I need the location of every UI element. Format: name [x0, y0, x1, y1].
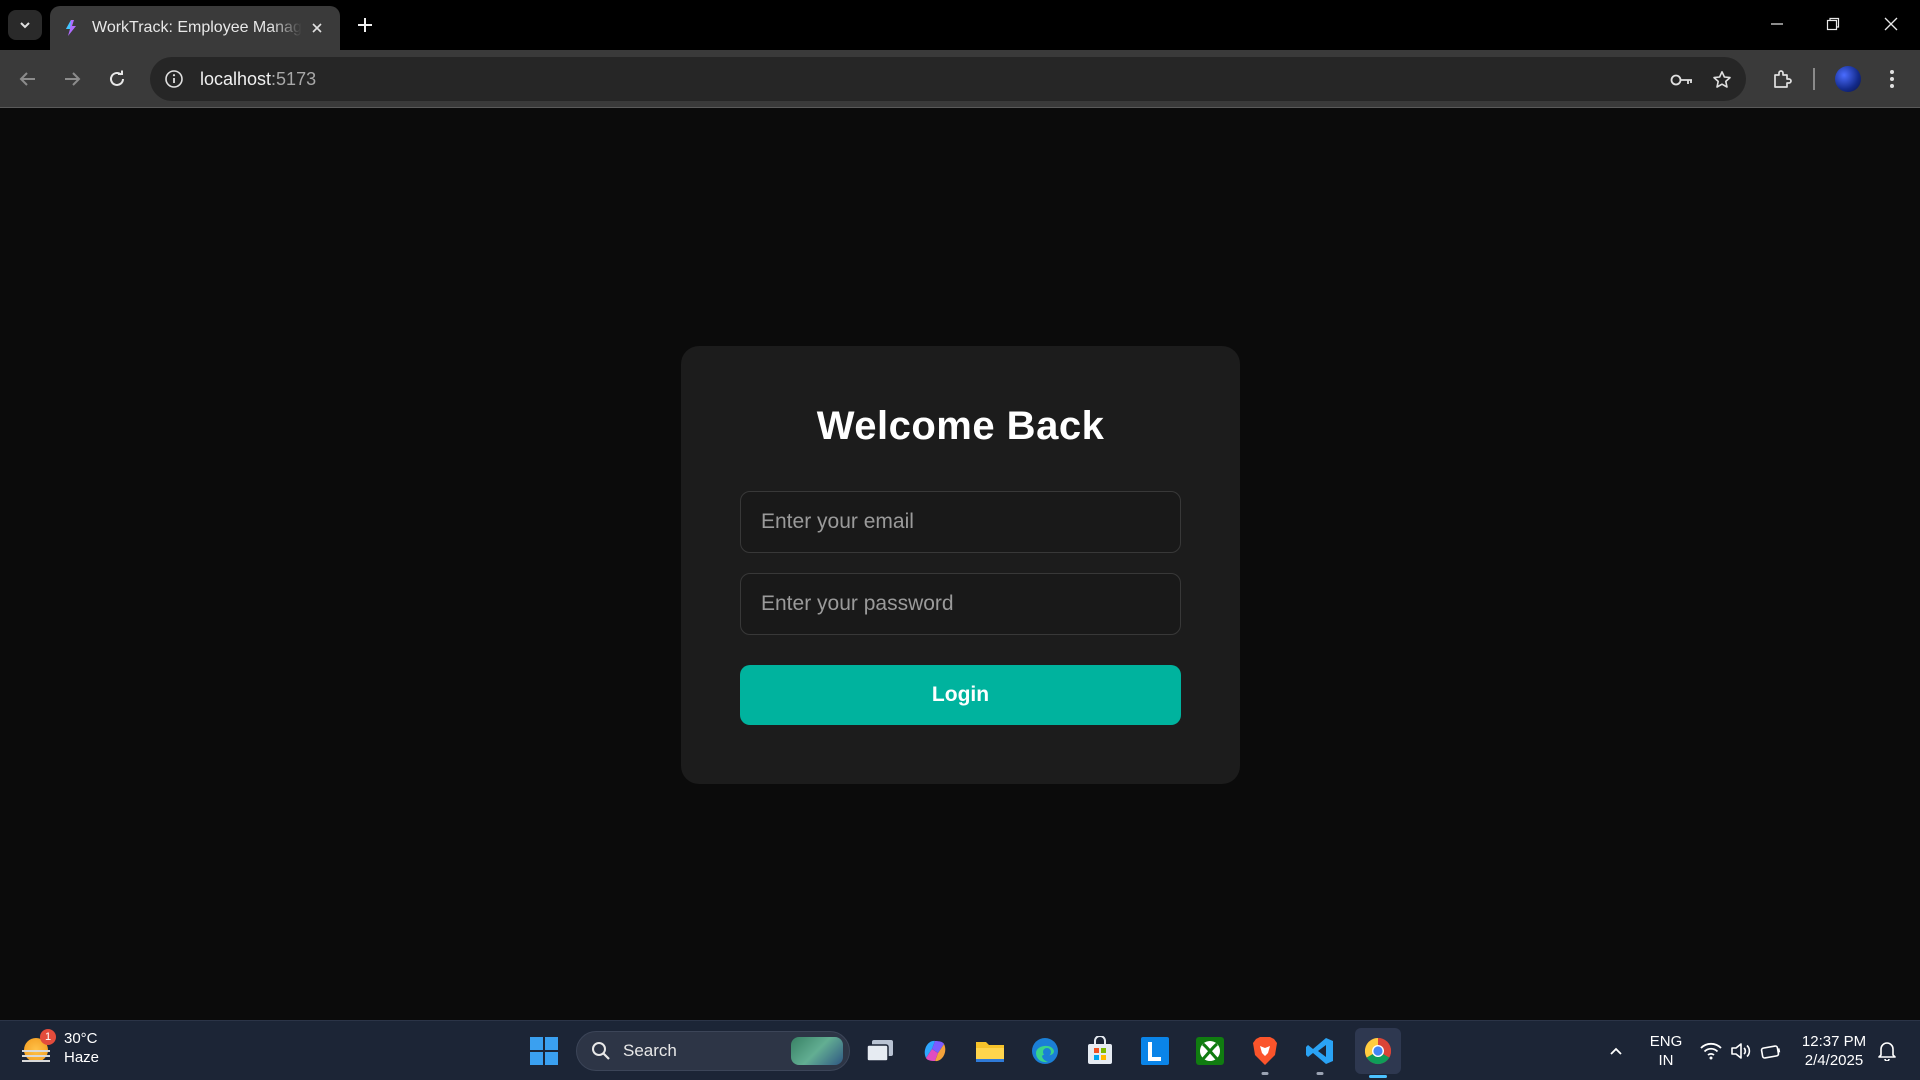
- browser-toolbar: localhost:5173: [0, 50, 1920, 108]
- chrome-button[interactable]: [1355, 1028, 1401, 1078]
- weather-badge: 1: [40, 1029, 56, 1045]
- clock[interactable]: 12:37 PM 2/4/2025: [1796, 1032, 1872, 1070]
- file-explorer-button[interactable]: [970, 1031, 1010, 1071]
- password-field[interactable]: [740, 573, 1181, 635]
- volume-button[interactable]: [1726, 1031, 1756, 1071]
- language-code: ENG: [1649, 1033, 1683, 1050]
- copilot-icon: [924, 1040, 946, 1062]
- close-window-button[interactable]: [1868, 8, 1914, 40]
- weather-widget[interactable]: 1 30°C Haze: [20, 1029, 99, 1067]
- close-icon: [1884, 17, 1898, 31]
- address-bar[interactable]: localhost:5173: [150, 57, 1746, 101]
- tab-close-icon[interactable]: [306, 17, 328, 39]
- vscode-icon: [1306, 1038, 1333, 1064]
- back-button[interactable]: [12, 63, 44, 95]
- bookmark-button[interactable]: [1706, 64, 1738, 96]
- store-icon: [1088, 1036, 1112, 1064]
- worktrack-favicon-icon: [66, 20, 76, 36]
- tab-search-button[interactable]: [8, 10, 42, 40]
- brave-button[interactable]: [1245, 1031, 1285, 1075]
- clock-date: 2/4/2025: [1804, 1052, 1864, 1069]
- search-icon: [592, 1042, 610, 1060]
- bell-icon: [1878, 1042, 1896, 1061]
- arrow-left-icon: [19, 72, 35, 86]
- l-app-icon: [1141, 1037, 1169, 1065]
- browser-tab-bar: WorkTrack: Employee Management: [0, 0, 1920, 50]
- clock-time: 12:37 PM: [1801, 1033, 1867, 1050]
- new-tab-button[interactable]: [352, 12, 378, 38]
- microsoft-store-button[interactable]: [1080, 1031, 1120, 1071]
- windows-start-icon: [530, 1037, 558, 1065]
- weather-condition: Haze: [64, 1049, 100, 1066]
- xbox-button[interactable]: [1190, 1031, 1230, 1071]
- chevron-up-icon: [1610, 1047, 1622, 1055]
- edge-icon: [1032, 1038, 1058, 1064]
- minimize-button[interactable]: [1754, 8, 1800, 40]
- vscode-button[interactable]: [1300, 1031, 1340, 1075]
- key-icon: [1670, 74, 1692, 86]
- url-host: localhost: [200, 68, 272, 89]
- page-content: Welcome Back Login: [0, 109, 1920, 1020]
- minimize-icon: [1771, 23, 1783, 25]
- haze-weather-icon: 1: [20, 1029, 56, 1064]
- plus-icon: [358, 18, 372, 32]
- tray-overflow-button[interactable]: [1598, 1031, 1634, 1071]
- battery-icon: [1760, 1045, 1781, 1059]
- url-port: :5173: [271, 68, 317, 89]
- search-label: Search: [623, 1041, 677, 1060]
- forward-button[interactable]: [56, 63, 88, 95]
- profile-button[interactable]: [1832, 63, 1864, 95]
- language-indicator[interactable]: ENG IN: [1642, 1032, 1690, 1070]
- reload-icon: [110, 70, 124, 86]
- edge-button[interactable]: [1025, 1031, 1065, 1071]
- windows-taskbar: 1 30°C Haze Search ENG IN 12:37 PM 2/4/2…: [0, 1020, 1920, 1080]
- more-vertical-icon: [1890, 70, 1894, 88]
- running-indicator: [1316, 1072, 1324, 1075]
- login-card: Welcome Back Login: [681, 346, 1240, 784]
- toolbar-divider: [1813, 68, 1815, 90]
- login-button[interactable]: Login: [740, 665, 1181, 725]
- task-view-button[interactable]: [860, 1031, 900, 1071]
- search-highlight-icon: [791, 1037, 843, 1065]
- browser-menu-button[interactable]: [1876, 63, 1908, 95]
- extensions-button[interactable]: [1766, 63, 1798, 95]
- chrome-icon: [1364, 1037, 1392, 1065]
- active-indicator: [1369, 1075, 1387, 1078]
- puzzle-icon: [1774, 70, 1792, 88]
- xbox-icon: [1196, 1037, 1224, 1065]
- site-info-icon[interactable]: [164, 69, 184, 89]
- folder-icon: [976, 1042, 1004, 1062]
- l-app-button[interactable]: [1135, 1031, 1175, 1071]
- running-indicator: [1261, 1072, 1269, 1075]
- volume-icon: [1731, 1043, 1751, 1059]
- password-key-button[interactable]: [1666, 64, 1698, 96]
- restore-icon: [1826, 17, 1840, 31]
- copilot-button[interactable]: [915, 1031, 955, 1071]
- browser-tab-active[interactable]: WorkTrack: Employee Management: [50, 6, 340, 50]
- region-code: IN: [1658, 1052, 1674, 1069]
- avatar: [1835, 66, 1861, 92]
- wifi-button[interactable]: [1696, 1031, 1726, 1071]
- brave-icon: [1253, 1037, 1277, 1065]
- start-button[interactable]: [524, 1031, 564, 1071]
- notifications-button[interactable]: [1872, 1031, 1902, 1071]
- wifi-icon: [1700, 1042, 1722, 1060]
- battery-button[interactable]: [1756, 1031, 1786, 1071]
- restore-button[interactable]: [1810, 8, 1856, 40]
- tab-title: WorkTrack: Employee Management: [92, 19, 302, 36]
- reload-button[interactable]: [101, 63, 133, 95]
- chevron-down-icon: [20, 22, 30, 29]
- star-icon: [1713, 71, 1731, 88]
- arrow-right-icon: [65, 72, 81, 86]
- task-view-icon: [866, 1040, 893, 1062]
- email-field[interactable]: [740, 491, 1181, 553]
- login-title: Welcome Back: [816, 404, 1105, 448]
- weather-temperature: 30°C: [64, 1030, 98, 1047]
- taskbar-search[interactable]: Search: [576, 1031, 850, 1071]
